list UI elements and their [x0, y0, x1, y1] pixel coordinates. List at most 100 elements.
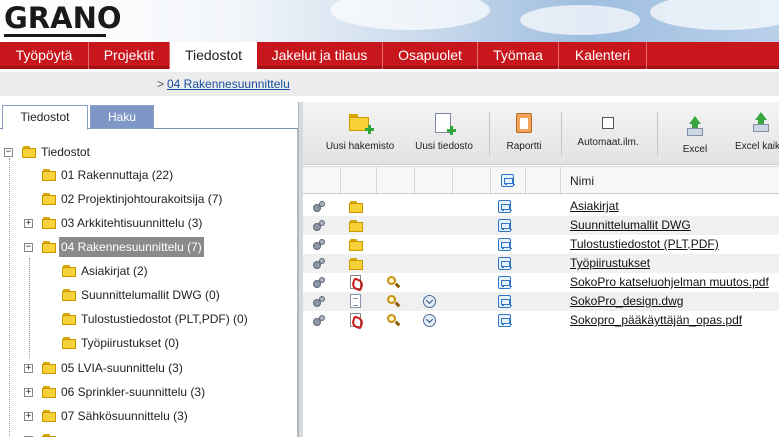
- file-name-link[interactable]: Tulostustiedostot (PLT,PDF): [570, 237, 719, 251]
- col-preview: [377, 167, 415, 195]
- cart-icon[interactable]: [498, 238, 512, 251]
- grid-header: Nimi: [303, 166, 779, 195]
- folder-icon: [42, 241, 56, 253]
- tree-item-label: 07 Sähkösuunnittelu (3): [61, 409, 188, 423]
- file-panel: Uusi hakemisto Uusi tiedosto Raportti Au…: [303, 102, 779, 437]
- folder-icon: [42, 386, 56, 398]
- actions-gear-icon[interactable]: [313, 315, 325, 327]
- excel-all-button[interactable]: Excel kaik: [731, 102, 779, 165]
- file-name-link[interactable]: SokoPro_design.dwg: [570, 294, 683, 308]
- tree-item-label: 01 Rakennuttaja (22): [61, 168, 174, 182]
- new-file-label: Uusi tiedosto: [415, 141, 473, 152]
- logo-underline: [4, 34, 106, 37]
- file-name-link[interactable]: Asiakirjat: [570, 199, 619, 213]
- new-folder-button[interactable]: Uusi hakemisto: [319, 102, 401, 165]
- tree-item-label: Asiakirjat (2): [81, 264, 148, 278]
- actions-gear-icon[interactable]: [313, 296, 325, 308]
- toolbar-separator: [561, 112, 562, 156]
- breadcrumb-link[interactable]: 04 Rakennesuunnittelu: [167, 77, 290, 91]
- col-download: [415, 167, 453, 195]
- cart-icon[interactable]: [501, 174, 515, 187]
- actions-gear-icon[interactable]: [313, 239, 325, 251]
- header-banner: GRANO: [0, 0, 779, 42]
- cart-icon[interactable]: [498, 219, 512, 232]
- preview-magnifier-icon[interactable]: [387, 314, 401, 327]
- folder-icon: [42, 169, 56, 181]
- clipboard-icon: [516, 113, 532, 133]
- download-icon[interactable]: [423, 314, 436, 327]
- table-row[interactable]: Työpiirustukset: [303, 254, 779, 273]
- excel-export-icon: [752, 112, 770, 132]
- collapse-icon[interactable]: −: [24, 243, 33, 252]
- report-label: Raportti: [506, 141, 542, 152]
- nav-tab-kalenteri[interactable]: Kalenteri: [559, 42, 647, 69]
- main-nav: Työpöytä Projektit Tiedostot Jakelut ja …: [0, 42, 779, 72]
- nav-tab-tyomaa[interactable]: Työmaa: [478, 42, 559, 69]
- tab-tiedostot[interactable]: Tiedostot: [2, 105, 88, 130]
- col-extra: [453, 167, 491, 195]
- cart-icon[interactable]: [498, 257, 512, 270]
- folder-icon: [22, 146, 36, 158]
- nav-tab-tiedostot[interactable]: Tiedostot: [170, 42, 257, 72]
- cart-icon[interactable]: [498, 295, 512, 308]
- expand-icon[interactable]: +: [24, 364, 33, 373]
- toolbar: Uusi hakemisto Uusi tiedosto Raportti Au…: [303, 102, 779, 165]
- excel-export-button[interactable]: Excel: [671, 102, 719, 165]
- folder-panel: Tiedostot Haku − Tiedostot 01 Rakennutta…: [0, 102, 298, 437]
- tree-guide: [29, 258, 30, 358]
- preview-magnifier-icon[interactable]: [387, 276, 401, 289]
- auto-notify-toggle[interactable]: Automaat.ilm.: [569, 102, 647, 165]
- nav-tab-tyopoyta[interactable]: Työpöytä: [0, 42, 89, 69]
- table-row[interactable]: Suunnittelumallit DWG: [303, 216, 779, 235]
- auto-notify-label: Automaat.ilm.: [577, 137, 639, 148]
- name-column-header[interactable]: Nimi: [570, 174, 594, 188]
- folder-icon: [349, 201, 363, 213]
- report-button[interactable]: Raportti: [499, 102, 549, 165]
- actions-gear-icon[interactable]: [313, 277, 325, 289]
- expand-icon[interactable]: +: [24, 388, 33, 397]
- file-name-link[interactable]: SokoPro katseluohjelman muutos.pdf: [570, 275, 769, 289]
- actions-gear-icon[interactable]: [313, 258, 325, 270]
- tree-item-label: Tulostustiedostot (PLT,PDF) (0): [81, 312, 248, 326]
- tree-item-label: Työpiirustukset (0): [81, 336, 180, 350]
- sky-cloud: [520, 5, 640, 35]
- checkbox-icon[interactable]: [602, 117, 614, 129]
- table-row[interactable]: SokoPro katseluohjelman muutos.pdf: [303, 273, 779, 292]
- table-row[interactable]: Asiakirjat: [303, 197, 779, 216]
- preview-magnifier-icon[interactable]: [387, 295, 401, 308]
- download-icon[interactable]: [423, 295, 436, 308]
- file-name-link[interactable]: Suunnittelumallit DWG: [570, 218, 691, 232]
- nav-tab-projektit[interactable]: Projektit: [89, 42, 170, 69]
- expand-icon[interactable]: +: [24, 219, 33, 228]
- folder-icon: [42, 410, 56, 422]
- grano-logo[interactable]: GRANO: [4, 3, 122, 37]
- table-row[interactable]: Tulostustiedostot (PLT,PDF): [303, 235, 779, 254]
- file-name-link[interactable]: Työpiirustukset: [570, 256, 650, 270]
- tree-root-label: Tiedostot: [41, 145, 90, 159]
- table-row[interactable]: Sokopro_pääkäyttäjän_opas.pdf: [303, 311, 779, 330]
- tab-haku[interactable]: Haku: [90, 105, 154, 129]
- nav-tab-jakelut[interactable]: Jakelut ja tilaus: [257, 42, 383, 69]
- collapse-icon[interactable]: −: [4, 148, 13, 157]
- tree-item-label: 02 Projektinjohtourakoitsija (7): [61, 192, 223, 206]
- cart-icon[interactable]: [498, 276, 512, 289]
- pdf-file-icon: [350, 313, 361, 327]
- nav-tab-osapuolet[interactable]: Osapuolet: [383, 42, 478, 69]
- actions-gear-icon[interactable]: [313, 201, 325, 213]
- plus-icon: [365, 125, 374, 134]
- toolbar-separator: [657, 112, 658, 156]
- cart-icon[interactable]: [498, 200, 512, 213]
- tree-item-label: 06 Sprinkler-suunnittelu (3): [61, 385, 206, 399]
- tree-item-label: 03 Arkkitehtisuunnittelu (3): [61, 216, 203, 230]
- file-name-link[interactable]: Sokopro_pääkäyttäjän_opas.pdf: [570, 313, 742, 327]
- folder-icon: [349, 258, 363, 270]
- actions-gear-icon[interactable]: [313, 220, 325, 232]
- new-file-button[interactable]: Uusi tiedosto: [407, 102, 481, 165]
- folder-icon: [42, 217, 56, 229]
- expand-icon[interactable]: +: [24, 412, 33, 421]
- tree-guide: [9, 158, 10, 437]
- sky-cloud: [650, 0, 779, 30]
- table-row[interactable]: SokoPro_design.dwg: [303, 292, 779, 311]
- cart-icon[interactable]: [498, 314, 512, 327]
- breadcrumb: > 04 Rakennesuunnittelu: [0, 72, 779, 96]
